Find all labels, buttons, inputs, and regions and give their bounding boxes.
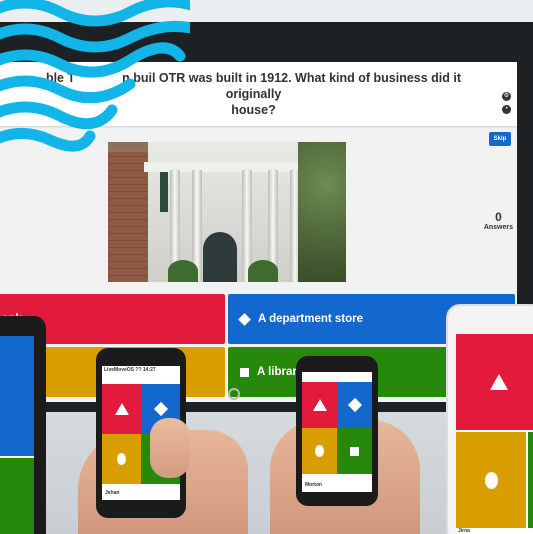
brick-wall xyxy=(108,152,148,282)
phone-2: Morton xyxy=(296,356,378,506)
phone-2-red-button[interactable] xyxy=(302,382,337,428)
triangle-icon xyxy=(490,374,508,390)
wave-line xyxy=(0,0,190,27)
question-fragment-4: house? xyxy=(231,103,276,117)
answers-counter: 0 Answers xyxy=(484,210,513,231)
tv-power-icon xyxy=(228,388,240,400)
phone-1-yellow-button[interactable] xyxy=(102,434,141,484)
answers-count-label: Answers xyxy=(483,224,513,231)
phone-1-red-button[interactable] xyxy=(102,384,141,434)
tablet-green-button[interactable] xyxy=(528,432,533,528)
phone-2-player-name: Morton xyxy=(305,482,322,488)
wave-logo-icon xyxy=(0,0,190,152)
tablet-screen xyxy=(0,336,34,534)
building-banner xyxy=(160,172,168,212)
left-tablet xyxy=(0,316,46,534)
right-tablet-screen: Jirna xyxy=(456,334,533,534)
tree xyxy=(298,142,346,282)
phone-2-answer-grid xyxy=(302,382,372,474)
phone-2-yellow-button[interactable] xyxy=(302,428,337,474)
thumb xyxy=(150,418,190,478)
tablet-yellow-button[interactable] xyxy=(456,432,526,528)
planter xyxy=(248,260,278,282)
phone-2-green-button[interactable] xyxy=(337,428,372,474)
question-fragment-3: OTR was built in 1912. What kind of busi… xyxy=(158,71,462,101)
tablet-red-button[interactable] xyxy=(456,334,533,430)
side-icons: ⚙ • xyxy=(502,92,511,114)
tablet-green-tile[interactable] xyxy=(0,458,34,534)
tablet-blue-tile[interactable] xyxy=(0,336,34,456)
right-tablet: Jirna xyxy=(446,304,533,534)
circle-icon xyxy=(484,471,498,489)
circle-icon xyxy=(117,453,126,465)
building-door xyxy=(203,232,237,282)
menu-icon[interactable]: • xyxy=(502,105,511,114)
phone-1-player-name: Jehan xyxy=(105,490,120,496)
circle-icon xyxy=(315,445,324,457)
wave-line xyxy=(0,75,136,104)
square-icon xyxy=(240,367,249,377)
answer-label: A department store xyxy=(258,313,364,325)
triangle-icon xyxy=(312,399,327,411)
planter xyxy=(168,260,198,282)
wave-line xyxy=(0,101,118,130)
diamond-icon xyxy=(347,397,362,413)
diamond-icon xyxy=(238,312,251,326)
triangle-icon xyxy=(114,403,129,415)
square-icon xyxy=(350,446,359,456)
answers-count-value: 0 xyxy=(495,210,502,224)
phone-2-screen: Morton xyxy=(302,372,372,492)
skip-button[interactable]: Skip xyxy=(489,132,511,146)
tablet-player-name: Jirna xyxy=(458,528,470,534)
diamond-icon xyxy=(153,401,168,417)
phone-1-status: LiveMoveOS ?? 14:27 xyxy=(104,367,156,373)
settings-icon[interactable]: ⚙ xyxy=(502,92,511,101)
phone-2-blue-button[interactable] xyxy=(337,382,372,428)
wave-line xyxy=(0,127,96,152)
